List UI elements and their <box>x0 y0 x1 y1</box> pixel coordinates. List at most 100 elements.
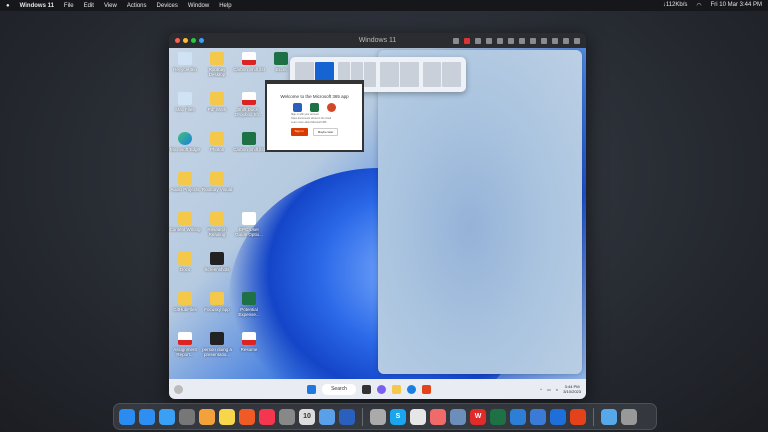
desktop-icon-label: Rootbay Desktop <box>208 67 226 77</box>
microsoft-365-welcome-dialog: Welcome to the Microsoft 365 app Sign in… <box>265 80 364 152</box>
folder-icon <box>178 212 192 225</box>
desktop-icon-label: GitHubFiles <box>173 307 197 312</box>
word-icon[interactable] <box>339 408 355 425</box>
menu-app-name[interactable]: Windows 11 <box>20 3 54 9</box>
dialog-option: Open documents stored in the cloud <box>291 117 332 120</box>
excel-icon[interactable] <box>490 408 506 425</box>
desktop-icon[interactable]: Docs <box>169 252 201 272</box>
clock[interactable]: Fri 10 Mar 3:44 PM <box>711 2 762 9</box>
xl-icon <box>242 132 256 145</box>
network-speed: ↓112Kb/s <box>662 2 688 8</box>
desktop-icon-label: EPC User Guide Optio... <box>235 227 263 237</box>
menu-view[interactable]: View <box>104 3 117 9</box>
taskbar-clock[interactable]: 3:44 PM 3/10/2023 <box>563 384 581 394</box>
desktop-icon-label: Resume <box>240 347 258 352</box>
desktop-icon[interactable]: GitHubFiles <box>169 292 201 312</box>
music-icon[interactable] <box>259 408 275 425</box>
desktop-icon[interactable]: person doing a presentatio... <box>201 332 233 357</box>
wps-icon[interactable]: W <box>470 408 486 425</box>
menu-window[interactable]: Window <box>188 3 209 9</box>
sign-in-button[interactable]: Sign in <box>290 128 308 136</box>
freeform-icon[interactable] <box>319 408 335 425</box>
mail-icon[interactable] <box>159 408 175 425</box>
display-icon[interactable]: ▭ <box>547 387 551 392</box>
snap-preview-area <box>378 50 582 374</box>
safari-icon[interactable] <box>139 408 155 425</box>
start-icon[interactable] <box>307 384 316 394</box>
desktop-icon[interactable]: Microsoft Edge <box>169 132 201 152</box>
desktop-icon[interactable]: Pdf Work <box>201 92 233 112</box>
finder-icon[interactable] <box>119 408 135 425</box>
desktop-icon-label: Microsoft Edge <box>169 147 200 152</box>
desktop-icon[interactable]: Mac Files <box>169 92 201 112</box>
desktop-icon[interactable]: Focusky app <box>201 292 233 312</box>
desktop-icon[interactable]: Assignment Report... <box>169 332 201 357</box>
menu-edit[interactable]: Edit <box>84 3 94 9</box>
vm-titlebar[interactable]: Windows 11 <box>169 33 586 48</box>
trash-icon[interactable] <box>621 408 637 425</box>
desktop-icon[interactable]: EPC User Guide Optio... <box>233 212 265 237</box>
menu-devices[interactable]: Devices <box>157 3 178 9</box>
maybe-later-button[interactable]: Maybe later <box>312 128 339 136</box>
desktop-icon[interactable]: Recycle Bin <box>169 52 201 72</box>
desktop-icon[interactable]: Carbon Shift list <box>233 52 265 72</box>
desktop-icon-label: Docs <box>179 267 191 272</box>
desktop-icon[interactable]: Research Reading <box>201 212 233 237</box>
taskbar-search[interactable]: Search <box>322 383 356 395</box>
desktop-icon[interactable]: Shift Docs - Dropbox Sh... <box>233 92 265 117</box>
desktop-icon-label: Research Reading <box>207 227 227 237</box>
desktop-icon[interactable]: Resume <box>233 332 265 352</box>
chat-icon[interactable] <box>377 384 386 394</box>
dark-icon <box>210 332 224 345</box>
weather-icon[interactable] <box>174 384 183 394</box>
photos-icon[interactable] <box>199 408 215 425</box>
settings-icon[interactable] <box>279 408 295 425</box>
desktop-icon[interactable]: Rootbay Desktop <box>201 52 233 77</box>
desktop-icon-label: Focusky app <box>204 307 230 312</box>
apple-icon[interactable]: ● <box>6 3 10 9</box>
folder-icon <box>210 292 224 305</box>
volume-icon[interactable]: ◖ <box>556 387 558 392</box>
office-icon[interactable] <box>570 408 586 425</box>
slack-icon[interactable] <box>410 408 426 425</box>
parallels-icon[interactable] <box>370 408 386 425</box>
task-view-icon[interactable] <box>362 384 371 394</box>
notes-icon[interactable] <box>219 408 235 425</box>
dock-separator <box>593 407 594 426</box>
brave-icon[interactable] <box>239 408 255 425</box>
remote-icon[interactable] <box>510 408 526 425</box>
dark-icon <box>210 252 224 265</box>
folder-icon <box>178 252 192 265</box>
wifi-icon[interactable]: ◠ <box>696 2 701 9</box>
bin-icon <box>178 92 192 105</box>
file-explorer-icon[interactable] <box>392 384 401 394</box>
skype-icon[interactable]: S <box>390 408 406 425</box>
calendar-icon[interactable]: 10 <box>299 408 315 425</box>
menu-actions[interactable]: Actions <box>127 3 147 9</box>
snap-layout-quad[interactable] <box>422 62 461 87</box>
downloads-icon[interactable] <box>601 408 617 425</box>
dock-separator <box>362 407 363 426</box>
desktop-icon[interactable]: Carbon Shift list <box>233 132 265 152</box>
search-label: Search <box>331 386 347 392</box>
chevron-up-icon[interactable]: ^ <box>540 387 542 392</box>
desktop-icon-label: Photos <box>209 147 224 152</box>
menu-help[interactable]: Help <box>219 3 231 9</box>
snap-layout-grid[interactable] <box>380 62 419 87</box>
desktop-icon-label: Potential Expense... <box>238 307 260 317</box>
windows-app-icon[interactable] <box>530 408 546 425</box>
desktop-icon[interactable]: Screenshots <box>201 252 233 272</box>
windows-desktop: Recycle Bin Rootbay Desktop Carbon Shift l… <box>169 48 586 379</box>
desktop-icon[interactable]: Potential Expense... <box>233 292 265 317</box>
desktop-icon[interactable]: Audio Projects <box>169 172 201 192</box>
office-icon[interactable] <box>422 384 431 394</box>
menu-file[interactable]: File <box>64 3 74 9</box>
preview-icon[interactable] <box>450 408 466 425</box>
desktop-icon[interactable]: Content Writing <box>169 212 201 232</box>
desktop-icon[interactable]: Photos <box>201 132 233 152</box>
windows-icon[interactable] <box>550 408 566 425</box>
edge-icon[interactable] <box>407 384 416 394</box>
launchpad-icon[interactable] <box>179 408 195 425</box>
desktop-icon[interactable]: Rootbay Visual <box>201 172 233 192</box>
asana-icon[interactable] <box>430 408 446 425</box>
